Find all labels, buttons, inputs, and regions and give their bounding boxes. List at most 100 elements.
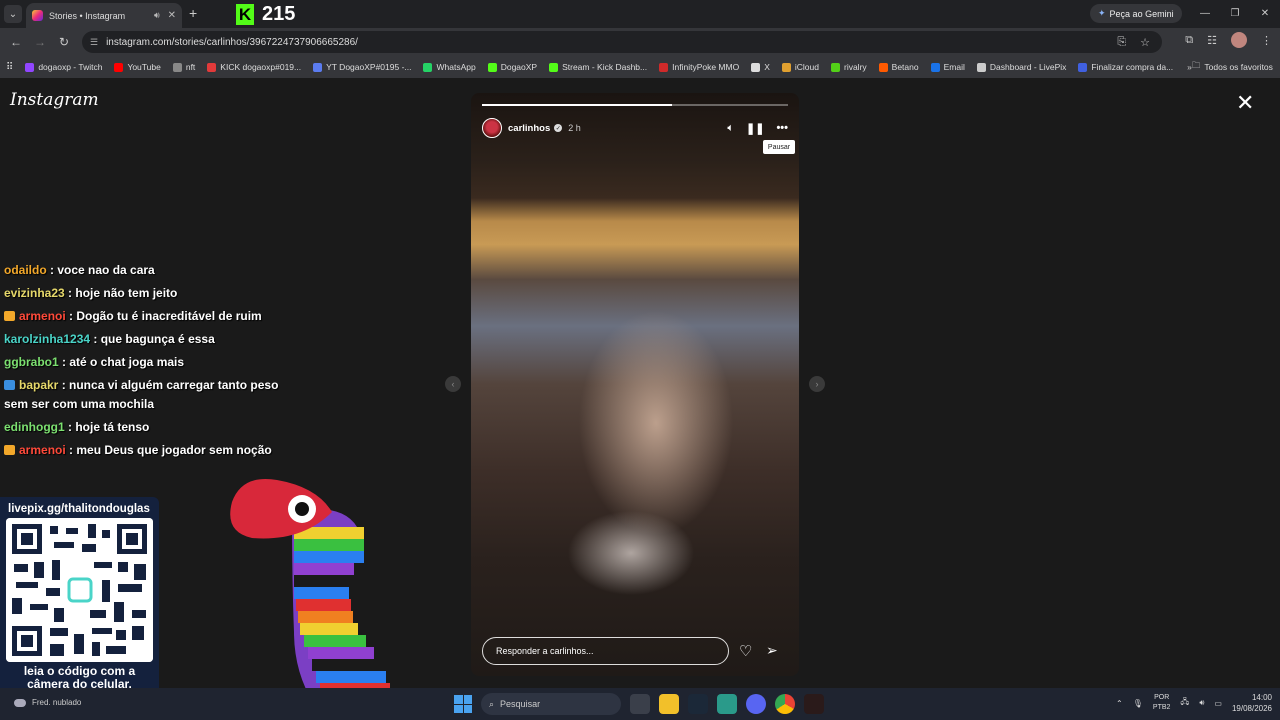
- story-username[interactable]: carlinhos: [508, 123, 550, 134]
- bookmark-item[interactable]: dogaoxp - Twitch: [19, 62, 108, 72]
- bookmark-item[interactable]: YouTube: [108, 62, 166, 72]
- search-icon: ⌕: [489, 698, 495, 709]
- bookmark-label: YT DogaoXP#0195 -...: [326, 62, 412, 72]
- livepix-qr-panel: livepix.gg/thalitondouglas leia o código…: [0, 497, 159, 702]
- bookmark-item[interactable]: Betano: [873, 62, 925, 72]
- reading-list-icon[interactable]: ☷: [1207, 34, 1217, 47]
- bookmark-item[interactable]: Stream - Kick Dashb...: [543, 62, 653, 72]
- verified-badge-icon: ✓: [554, 124, 563, 132]
- reply-input[interactable]: Responder a carlinhos...: [482, 637, 729, 665]
- weather-text: Fred. nublado: [32, 698, 82, 707]
- microphone-icon[interactable]: 🎙︎: [1133, 699, 1143, 708]
- bookmark-favicon-icon: [781, 62, 791, 72]
- ask-gemini-button[interactable]: ✦ Peça ao Gemini: [1090, 4, 1182, 23]
- task-view-icon[interactable]: [630, 694, 650, 714]
- language-indicator[interactable]: POR PTB2: [1153, 693, 1171, 713]
- tab-search-button[interactable]: ⌄: [4, 5, 22, 23]
- qr-code-image: [6, 518, 153, 662]
- bookmark-item[interactable]: Dashboard - LivePix: [971, 62, 1073, 72]
- address-bar[interactable]: ☰ instagram.com/stories/carlinhos/396722…: [82, 31, 1162, 53]
- site-info-icon[interactable]: ☰: [90, 37, 98, 48]
- kick-viewer-count: 215: [262, 3, 296, 25]
- all-bookmarks-folder[interactable]: 🗀︎ Todos os favoritos: [1192, 60, 1280, 74]
- bookmark-item[interactable]: nft: [167, 62, 201, 72]
- bookmark-item[interactable]: KICK dogaoxp#019...: [201, 62, 307, 72]
- chat-message: odaildo : voce nao da cara: [4, 259, 294, 282]
- windows-start-icon[interactable]: [454, 695, 472, 713]
- file-explorer-icon[interactable]: [659, 694, 679, 714]
- audio-playing-icon[interactable]: 🔊︎: [154, 10, 160, 21]
- reload-icon[interactable]: ↻: [52, 35, 76, 49]
- stream-chat-overlay: odaildo : voce nao da cara evizinha23 : h…: [4, 259, 294, 462]
- navigation-bar: ← → ↻ ☰ instagram.com/stories/carlinhos/…: [0, 28, 1280, 56]
- chrome-icon[interactable]: [775, 694, 795, 714]
- kick-counter-overlay: K 215: [236, 3, 295, 26]
- bookmark-favicon-icon: [830, 62, 840, 72]
- clock-time: 14:00: [1251, 693, 1272, 702]
- riot-game-icon[interactable]: [804, 694, 824, 714]
- bookmark-favicon-icon: [114, 62, 124, 72]
- window-close-icon[interactable]: ✕: [1250, 0, 1280, 28]
- taskbar-clock[interactable]: 14:00 19/08/2026: [1232, 692, 1272, 714]
- chrome-menu-icon[interactable]: ⋮: [1261, 34, 1272, 47]
- bookmark-favicon-icon: [1078, 62, 1088, 72]
- instagram-logo[interactable]: Instagram: [10, 90, 99, 110]
- story-user-avatar[interactable]: [482, 118, 502, 138]
- sound-icon[interactable]: 🔈︎: [727, 122, 734, 135]
- bookmark-item[interactable]: iCloud: [776, 62, 825, 72]
- more-options-icon[interactable]: •••: [776, 122, 788, 134]
- close-story-icon[interactable]: ✕: [1236, 92, 1254, 114]
- bookmark-item[interactable]: X: [745, 62, 776, 72]
- chat-message: armenoi : meu Deus que jogador sem noção: [4, 439, 294, 462]
- previous-story-arrow-icon[interactable]: ‹: [445, 376, 461, 392]
- profile-avatar[interactable]: [1231, 32, 1247, 48]
- kick-logo-icon: K: [236, 4, 254, 25]
- chat-username: evizinha23: [4, 286, 65, 300]
- battery-icon[interactable]: ▭: [1214, 699, 1222, 708]
- discord-icon[interactable]: [746, 694, 766, 714]
- bookmark-item[interactable]: DogaoXP: [482, 62, 543, 72]
- extensions-icon[interactable]: ⧉: [1185, 34, 1193, 47]
- window-controls: — ❐ ✕: [1190, 0, 1280, 28]
- chat-username: bapakr: [19, 378, 59, 392]
- tray-chevron-icon[interactable]: ⌃: [1116, 699, 1123, 708]
- bookmark-item[interactable]: WhatsApp: [417, 62, 481, 72]
- chat-text: : até o chat joga mais: [58, 355, 185, 369]
- bookmark-item[interactable]: Finalizar compra da...: [1072, 62, 1179, 72]
- bookmark-item[interactable]: Email: [925, 62, 971, 72]
- story-viewer[interactable]: carlinhos ✓ 2 h 🔈︎ ❚❚ ••• Responder a ca…: [471, 93, 799, 676]
- volume-icon[interactable]: 🔊︎: [1199, 698, 1204, 708]
- tab-close-icon[interactable]: ✕: [168, 10, 176, 21]
- bookmark-item[interactable]: YT DogaoXP#0195 -...: [307, 62, 417, 72]
- apps-grid-icon[interactable]: ⠿: [0, 62, 19, 73]
- like-heart-icon[interactable]: ♡: [739, 642, 752, 660]
- gemini-spark-icon: ✦: [1098, 8, 1106, 18]
- forward-arrow-icon[interactable]: →: [28, 35, 52, 49]
- network-icon[interactable]: 🖧︎: [1180, 696, 1189, 710]
- weather-widget[interactable]: Fred. nublado: [14, 698, 81, 707]
- app-icon[interactable]: [717, 694, 737, 714]
- bookmark-label: X: [764, 62, 770, 72]
- back-arrow-icon[interactable]: ←: [4, 35, 28, 49]
- all-bookmarks-label: Todos os favoritos: [1204, 62, 1273, 72]
- next-story-arrow-icon[interactable]: ›: [809, 376, 825, 392]
- bookmark-favicon-icon: [207, 62, 217, 72]
- send-direct-icon[interactable]: ➢: [766, 642, 778, 659]
- tab-title: Stories • Instagram: [49, 10, 126, 21]
- maximize-icon[interactable]: ❐: [1220, 0, 1250, 28]
- tab-instagram-stories[interactable]: Stories • Instagram 🔊︎ ✕: [26, 3, 182, 28]
- minimize-icon[interactable]: —: [1190, 0, 1220, 28]
- gemini-label: Peça ao Gemini: [1109, 8, 1174, 19]
- bookmark-item[interactable]: rivalry: [825, 62, 873, 72]
- bookmark-item[interactable]: InfinityPoke MMO: [653, 62, 745, 72]
- bookmark-star-icon[interactable]: ☆: [1140, 36, 1150, 49]
- install-app-icon[interactable]: ⎘: [1117, 36, 1126, 49]
- bookmark-label: InfinityPoke MMO: [672, 62, 740, 72]
- taskbar-search[interactable]: ⌕ Pesquisar: [481, 693, 621, 715]
- steam-icon[interactable]: [688, 694, 708, 714]
- bookmark-favicon-icon: [878, 62, 888, 72]
- pause-icon[interactable]: ❚❚: [746, 122, 764, 135]
- sock-body: [292, 509, 390, 704]
- bookmark-label: KICK dogaoxp#019...: [220, 62, 302, 72]
- new-tab-button[interactable]: +: [189, 5, 197, 21]
